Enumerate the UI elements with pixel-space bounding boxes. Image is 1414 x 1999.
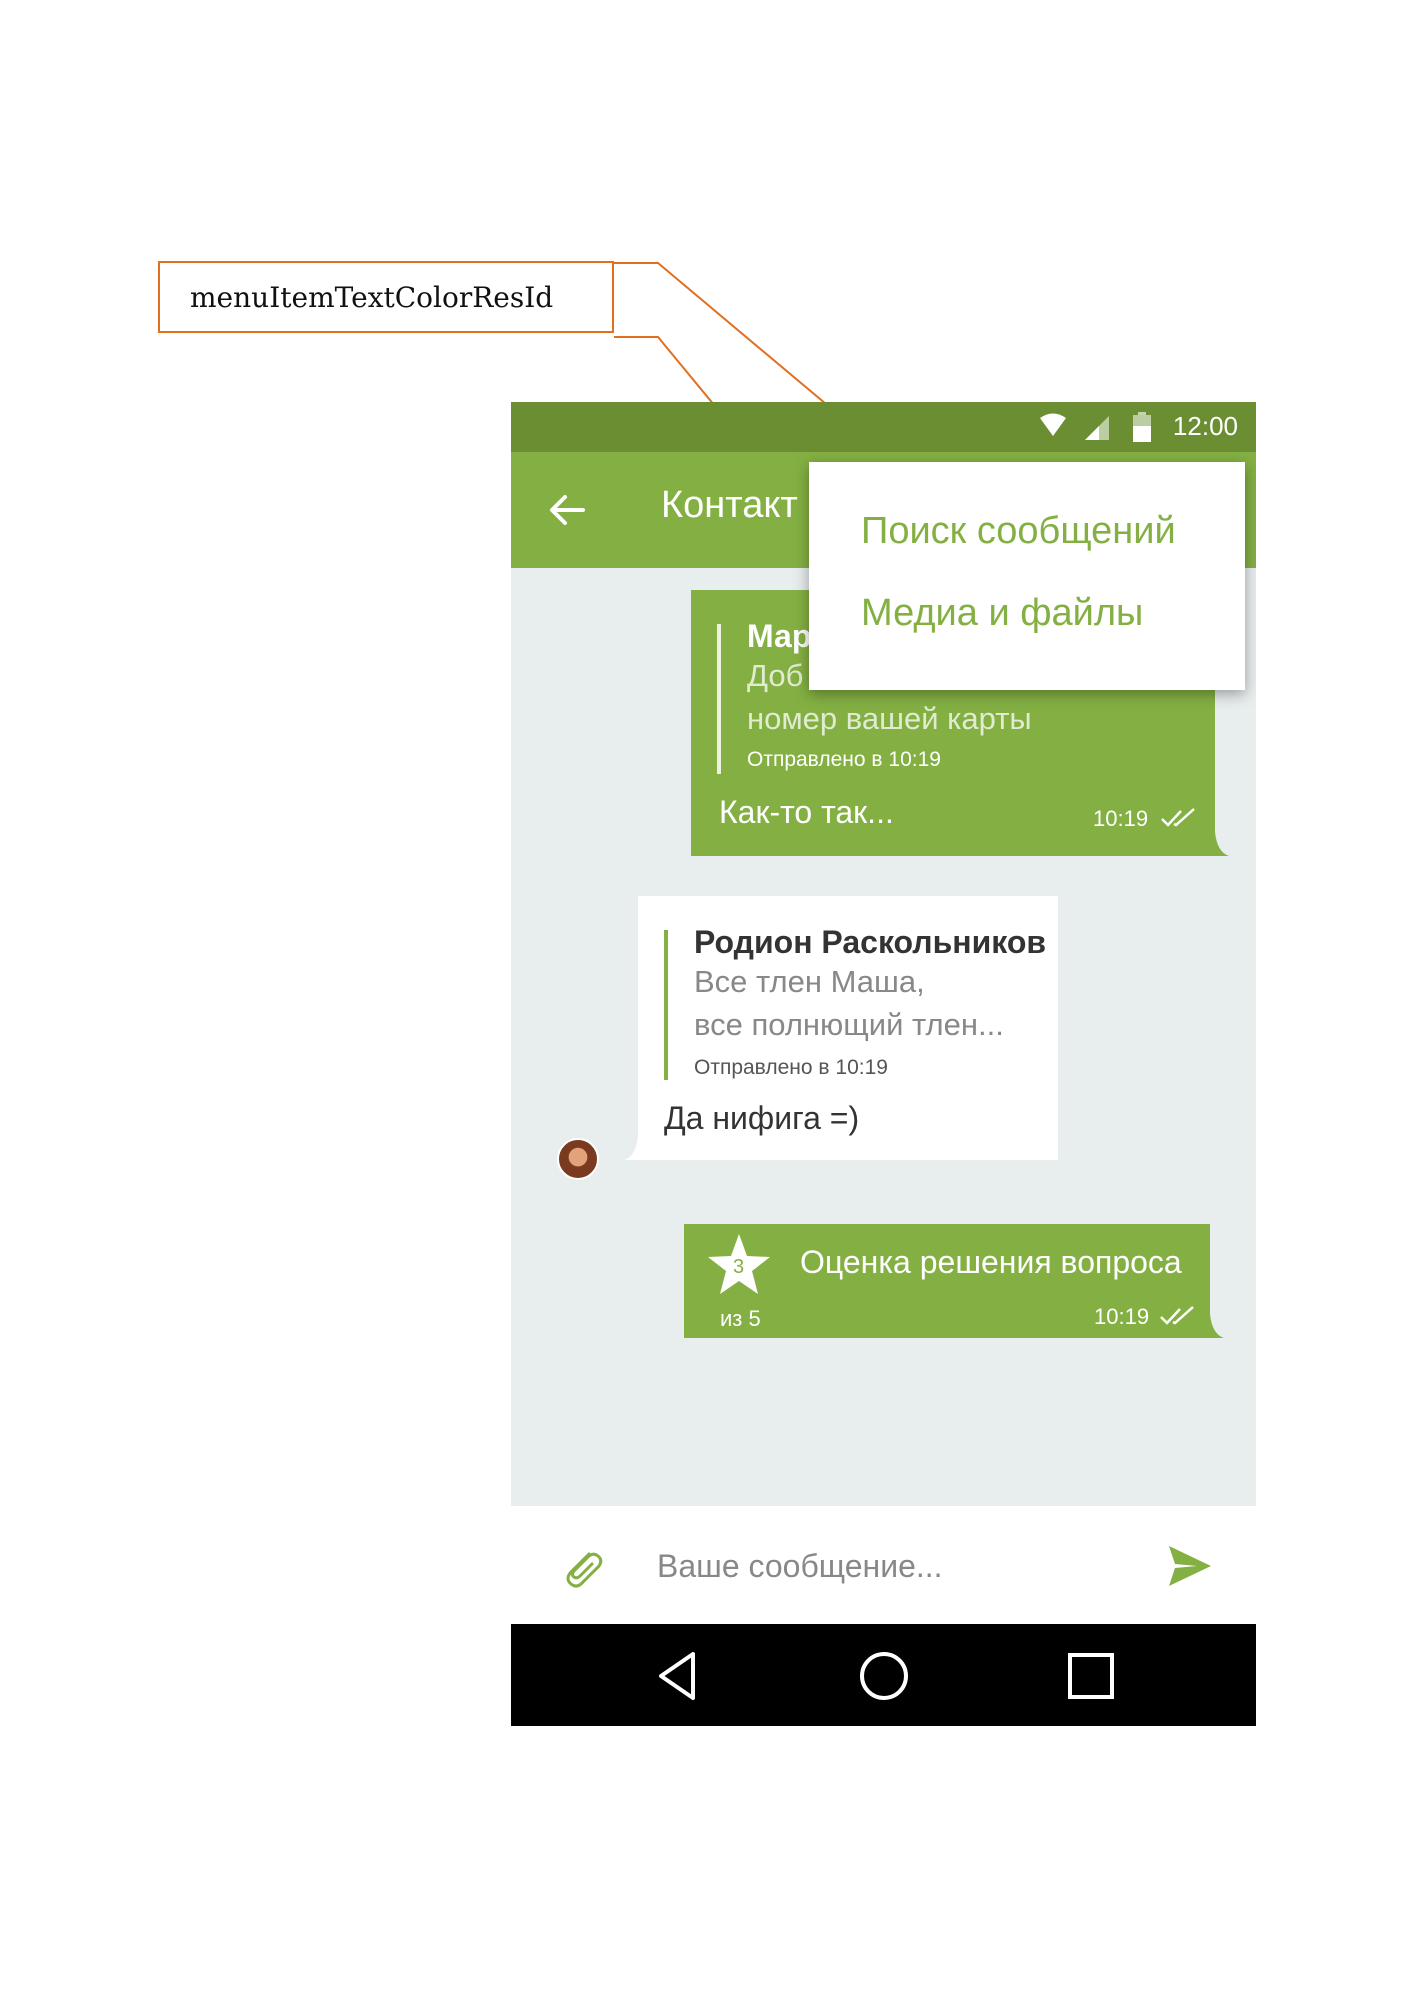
- bubble-tail: [1215, 832, 1229, 856]
- page-title: Контакт: [661, 484, 798, 526]
- bubble-tail: [624, 1136, 638, 1160]
- quote-sent-time: Отправлено в 10:19: [747, 748, 941, 771]
- status-time: 12:00: [1172, 411, 1238, 441]
- message-time: 10:19: [1094, 1304, 1150, 1329]
- message-text: Как-то так...: [719, 794, 894, 830]
- rating-message[interactable]: 3 из 5 Оценка решения вопроса 10:19: [684, 1224, 1210, 1338]
- avatar[interactable]: [557, 1138, 599, 1180]
- message-time: 10:19: [1093, 806, 1149, 831]
- double-check-icon: [1160, 1306, 1194, 1325]
- send-icon[interactable]: [1167, 1544, 1213, 1588]
- message-input[interactable]: [655, 1540, 1159, 1592]
- status-bar: 12:00: [511, 402, 1256, 452]
- battery-icon: [1133, 412, 1151, 442]
- incoming-message[interactable]: Родион Раскольников Все тлен Маша, все п…: [638, 896, 1058, 1160]
- quote-text-line1: Доб: [747, 658, 804, 693]
- phone-screen: 12:00 Контакт Мар Доб номер вашей карты …: [511, 402, 1256, 1726]
- rating-score: 3: [733, 1256, 745, 1278]
- quote-bar: [717, 624, 721, 774]
- overflow-menu: Поиск сообщений Медиа и файлы: [809, 462, 1245, 690]
- nav-back-icon[interactable]: [653, 1650, 705, 1702]
- quote-sent-time: Отправлено в 10:19: [694, 1056, 888, 1079]
- quote-bar: [664, 930, 668, 1080]
- quote-text-line1: Все тлен Маша,: [694, 964, 925, 999]
- paperclip-icon[interactable]: [559, 1544, 607, 1592]
- wifi-icon: [1040, 413, 1066, 436]
- quote-author: Мар: [747, 618, 812, 654]
- quote-text-line2: все полнющий тлен...: [694, 1007, 1004, 1042]
- message-text: Да нифига =): [664, 1100, 860, 1136]
- quote-author: Родион Раскольников: [694, 924, 1047, 960]
- menu-item-media-files[interactable]: Медиа и файлы: [861, 592, 1143, 635]
- signal-icon: [1085, 416, 1109, 440]
- rating-title: Оценка решения вопроса: [800, 1244, 1182, 1280]
- double-check-icon: [1161, 808, 1195, 827]
- quote-text-line2: номер вашей карты: [747, 701, 1032, 736]
- annotation-label: menuItemTextColorResId: [158, 261, 614, 333]
- nav-recents-icon[interactable]: [1065, 1650, 1117, 1702]
- rating-out-of: из 5: [720, 1306, 761, 1331]
- back-arrow-icon[interactable]: [547, 490, 587, 530]
- message-composer: [511, 1506, 1256, 1624]
- nav-home-icon[interactable]: [858, 1650, 910, 1702]
- system-nav-bar: [511, 1624, 1256, 1726]
- bubble-tail: [1210, 1314, 1224, 1338]
- menu-item-search-messages[interactable]: Поиск сообщений: [861, 510, 1176, 553]
